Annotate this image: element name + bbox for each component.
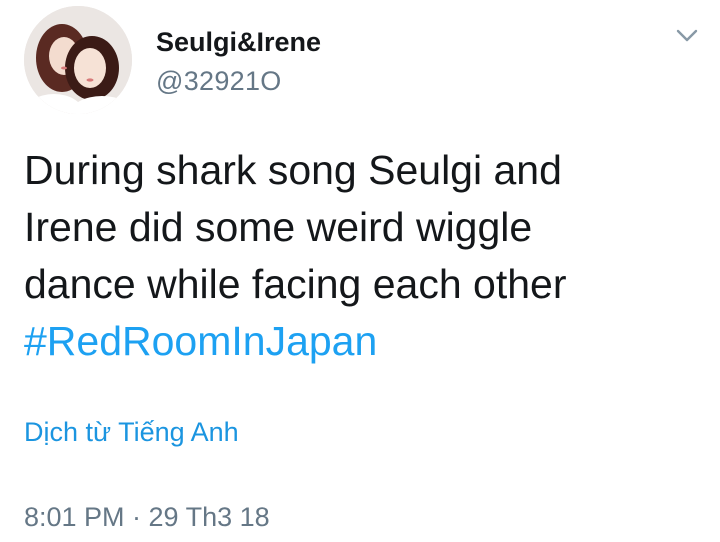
tweet-card: Seulgi&Irene @32921O During shark song S… bbox=[0, 0, 720, 542]
tweet-text: During shark song Seulgi and Irene did s… bbox=[24, 142, 704, 370]
tweet-text-line: During shark song Seulgi and bbox=[24, 147, 562, 193]
tweet-text-line: dance while facing each other bbox=[24, 261, 567, 307]
profile-photo-icon bbox=[24, 6, 132, 114]
translate-link[interactable]: Dịch từ Tiếng Anh bbox=[24, 417, 239, 448]
hashtag-link[interactable]: #RedRoomInJapan bbox=[24, 313, 704, 370]
avatar[interactable] bbox=[24, 6, 132, 114]
username-handle[interactable]: @32921O bbox=[156, 66, 282, 97]
chevron-down-icon[interactable] bbox=[672, 24, 702, 48]
display-name[interactable]: Seulgi&Irene bbox=[156, 27, 321, 58]
tweet-timestamp: 8:01 PM · 29 Th3 18 bbox=[24, 502, 270, 532]
tweet-text-line: Irene did some weird wiggle bbox=[24, 204, 533, 250]
